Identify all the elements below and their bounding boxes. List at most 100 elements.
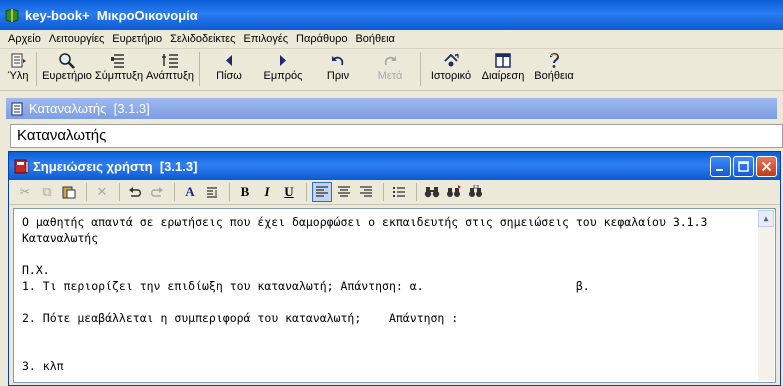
toolbar-separator [420, 52, 421, 86]
history-label: Ιστορικό [430, 70, 472, 82]
document-header-title: Καταναλωτής [3.1.3] [29, 101, 150, 116]
paste-button[interactable] [59, 182, 79, 202]
format-separator [229, 183, 230, 201]
format-separator [383, 183, 384, 201]
notes-line: 2. Πότε μεαβάλλεται η συμπεριφορά του κα… [22, 311, 459, 325]
format-separator [306, 183, 307, 201]
redo-arrow-icon [384, 56, 396, 66]
italic-icon: I [264, 184, 270, 199]
back-button[interactable]: Πίσω [204, 49, 254, 89]
notes-line: Καταναλωτής [22, 231, 99, 245]
menu-file[interactable]: Αρχείο [4, 33, 45, 45]
italic-button[interactable]: I [257, 182, 277, 202]
back-arrow-icon [226, 55, 232, 66]
forward-label: Εμπρός [263, 70, 303, 82]
toolbar-separator [36, 52, 37, 86]
previous-button[interactable]: Πριν [312, 49, 364, 89]
forward-arrow-icon [280, 55, 286, 66]
format-separator [86, 183, 87, 201]
bullet-list-icon [393, 187, 405, 197]
minimize-button[interactable] [710, 155, 731, 177]
contents-icon [11, 53, 26, 68]
maximize-button[interactable] [733, 155, 754, 177]
font-a-icon: A [185, 184, 195, 199]
undo-button[interactable] [125, 182, 145, 202]
content-label: Ύλη [7, 70, 29, 82]
split-window-icon [495, 53, 511, 68]
magnifier-icon [59, 53, 75, 69]
notes-window-title: Σημειώσεις χρήστη [3.1.3] [33, 158, 198, 174]
maximize-icon [738, 160, 749, 172]
minimize-icon [716, 168, 723, 171]
bullets-button[interactable] [389, 182, 409, 202]
align-left-button[interactable] [312, 182, 332, 202]
menu-functions[interactable]: Λειτουργίες [45, 33, 108, 45]
find-button[interactable] [422, 182, 442, 202]
menu-window[interactable]: Παράθυρο [292, 33, 351, 45]
notes-line: Ο μαθητής απαντά σε ερωτήσεις που έχει δ… [22, 215, 708, 229]
paragraph-button[interactable] [202, 182, 222, 202]
scroll-up-arrow-icon[interactable]: ▲ [758, 210, 774, 227]
collapse-button[interactable]: Σύμπτυξη [93, 49, 145, 89]
align-center-button[interactable] [334, 182, 354, 202]
toolbar-separator [199, 52, 200, 86]
notes-book-icon [14, 159, 29, 174]
split-button[interactable]: Διαίρεση [477, 49, 529, 89]
notes-line [22, 342, 767, 358]
replace-button[interactable] [466, 182, 486, 202]
menu-bookmarks[interactable]: Σελιδοδείκτες [166, 33, 239, 45]
expand-button[interactable]: Ανάπτυξη [145, 49, 195, 89]
previous-label: Πριν [326, 70, 350, 82]
history-button[interactable]: Ιστορικό [425, 49, 477, 89]
help-button[interactable]: Βοήθεια [529, 49, 579, 89]
notes-editor[interactable]: Ο μαθητής απαντά σε ερωτήσεις που έχει δ… [13, 208, 776, 383]
split-label: Διαίρεση [481, 70, 525, 82]
close-button[interactable] [756, 155, 777, 177]
delete-button[interactable]: ✕ [92, 182, 112, 202]
bold-icon: B [240, 184, 250, 199]
help-label: Βοήθεια [534, 70, 574, 82]
expand-label: Ανάπτυξη [146, 70, 194, 82]
main-toolbar: Ύλη Ευρετήριο Σύμπτυξη Ανάπτυξη Πίσω Εμπ… [0, 49, 783, 91]
cut-button[interactable]: ✂ [15, 182, 35, 202]
align-right-button[interactable] [356, 182, 376, 202]
redo-button[interactable] [147, 182, 167, 202]
align-left-icon [316, 186, 328, 197]
undo-arrow-icon [332, 56, 344, 66]
collapse-label: Σύμπτυξη [94, 70, 144, 82]
forward-button[interactable]: Εμπρός [254, 49, 312, 89]
notes-line: 1. Τι περιορίζει την επιδίωξη του κατανα… [22, 279, 590, 293]
notes-line [22, 326, 767, 342]
collapse-icon [111, 54, 124, 68]
find-next-button[interactable] [444, 182, 464, 202]
page-icon [11, 102, 23, 115]
font-button[interactable]: A [180, 182, 200, 202]
copy-icon: ⧉ [42, 184, 52, 199]
app-titlebar: key-book+ ΜικροΟικονομία [0, 0, 783, 30]
bold-button[interactable]: B [235, 182, 255, 202]
binoculars-icon [424, 187, 440, 198]
find-next-icon [447, 185, 461, 197]
help-icon [550, 53, 560, 68]
notes-titlebar: Σημειώσεις χρήστη [3.1.3] [9, 152, 780, 180]
app-title: key-book+ ΜικροΟικονομία [25, 7, 198, 23]
paragraph-icon [207, 187, 217, 198]
paste-icon [62, 186, 76, 199]
menu-help[interactable]: Βοήθεια [351, 33, 398, 45]
underline-button[interactable]: U [279, 182, 299, 202]
index-button[interactable]: Ευρετήριο [41, 49, 93, 89]
user-notes-window: Σημειώσεις χρήστη [3.1.3] ✂ ⧉ ✕ A B I U … [8, 151, 781, 386]
notes-line: Π.Χ. [22, 263, 50, 277]
menu-options[interactable]: Επιλογές [240, 33, 293, 45]
format-separator [416, 183, 417, 201]
vertical-scrollbar[interactable]: ▲ [758, 210, 774, 381]
menu-index[interactable]: Ευρετήριο [108, 33, 166, 45]
back-label: Πίσω [216, 70, 242, 82]
underline-icon: U [284, 184, 294, 199]
copy-button[interactable]: ⧉ [37, 182, 57, 202]
menubar: Αρχείο Λειτουργίες Ευρετήριο Σελιδοδείκτ… [0, 30, 783, 49]
book-app-icon [5, 8, 19, 23]
content-button[interactable]: Ύλη [4, 49, 32, 89]
expand-icon [162, 54, 178, 68]
next-button[interactable]: Μετά [364, 49, 416, 89]
